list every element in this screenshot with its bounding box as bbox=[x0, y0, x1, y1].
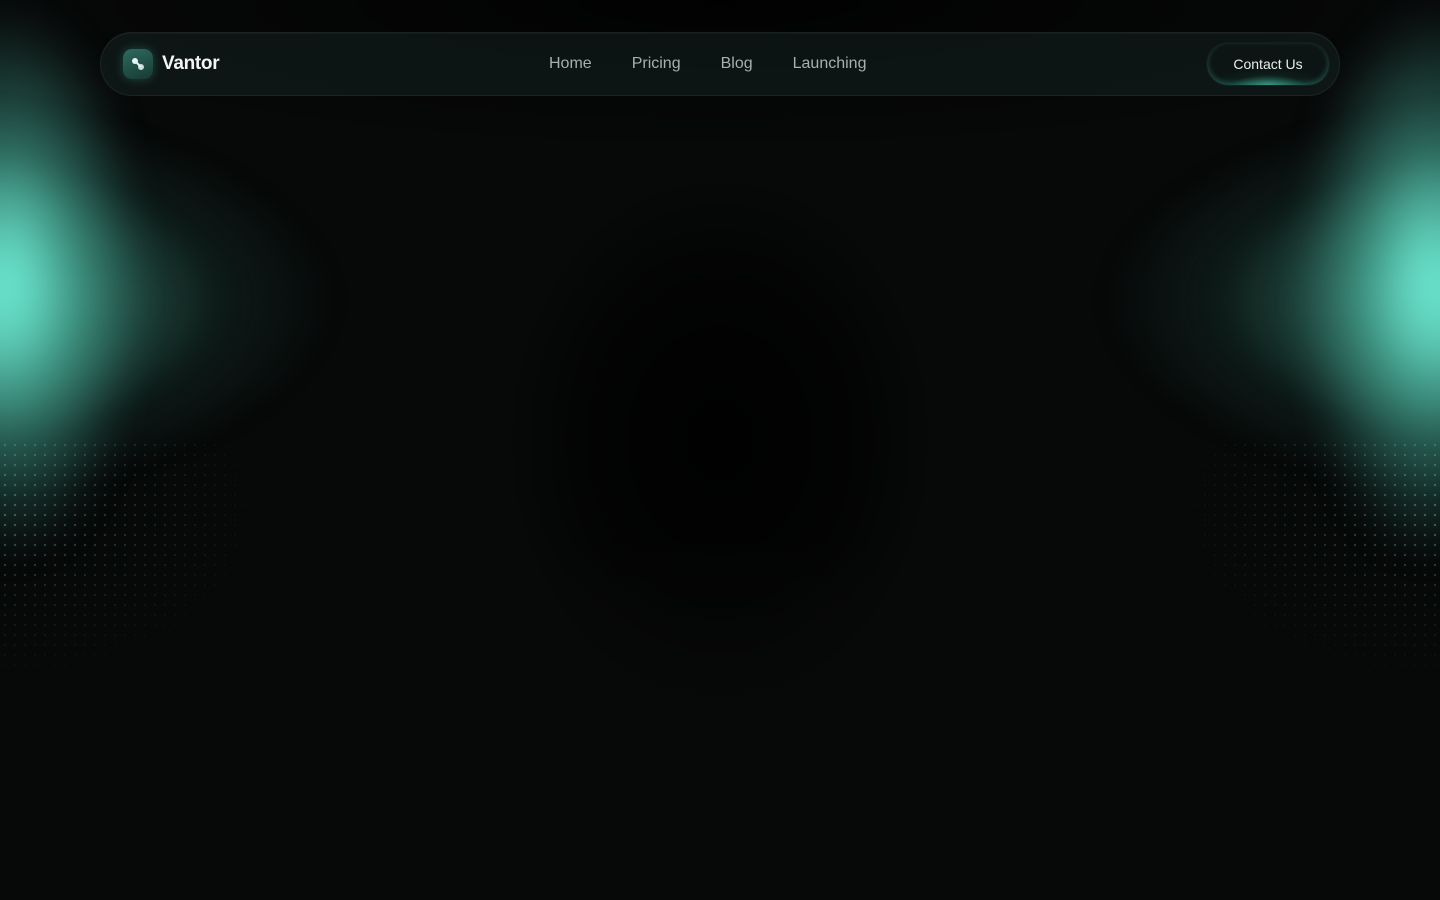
right-dot-pattern bbox=[920, 440, 1440, 800]
navbar: Vantor Home Pricing Blog Launching Conta… bbox=[100, 32, 1340, 96]
left-light-beam bbox=[0, 40, 740, 560]
nav-link-blog[interactable]: Blog bbox=[721, 55, 753, 72]
nav-links: Home Pricing Blog Launching bbox=[549, 33, 866, 95]
nav-link-launching[interactable]: Launching bbox=[793, 55, 867, 72]
right-light-beam bbox=[700, 40, 1440, 560]
contact-us-button[interactable]: Contact Us bbox=[1207, 43, 1329, 85]
left-dot-pattern bbox=[0, 440, 520, 800]
nav-link-pricing[interactable]: Pricing bbox=[632, 55, 681, 72]
center-shadow bbox=[430, 80, 1010, 800]
nodes-icon bbox=[123, 49, 153, 79]
hero-background: Vantor Home Pricing Blog Launching Conta… bbox=[0, 0, 1440, 900]
brand-link[interactable]: Vantor bbox=[123, 49, 220, 79]
brand-name: Vantor bbox=[162, 53, 220, 74]
nav-link-home[interactable]: Home bbox=[549, 55, 592, 72]
bottom-fade bbox=[0, 540, 1440, 900]
